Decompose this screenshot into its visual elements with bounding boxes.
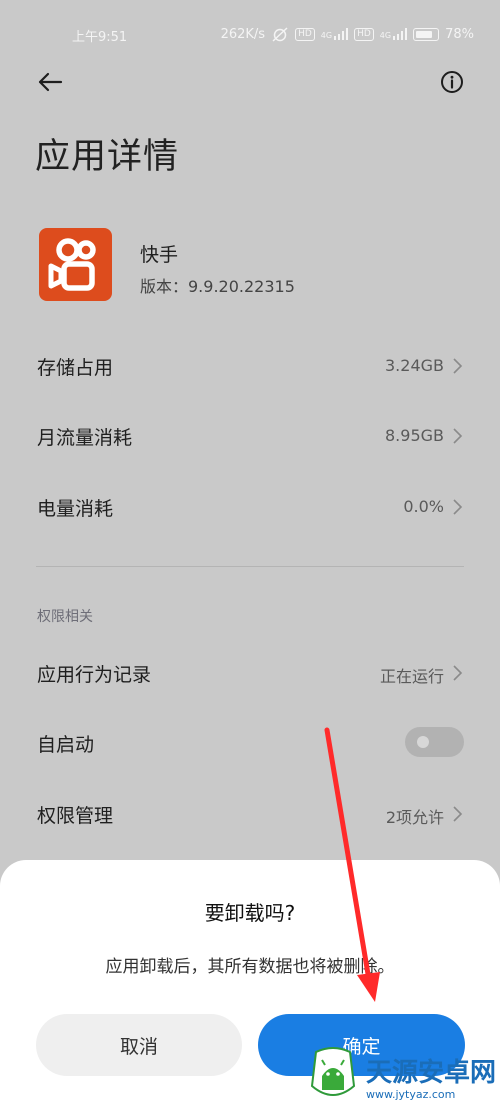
battery-fill	[416, 30, 433, 38]
android-logo-icon	[310, 1047, 356, 1096]
cancel-button[interactable]: 取消	[36, 1014, 242, 1076]
kuaishou-logo-icon	[48, 238, 96, 291]
status-bar: 上午9:51 262K/s HD 4G HD 4G 78%	[0, 20, 500, 50]
dialog-message: 应用卸载后，其所有数据也将被删除。	[105, 957, 395, 977]
data-usage-row[interactable]: 月流量消耗 8.95GB	[0, 405, 500, 465]
chevron-right-icon	[453, 358, 463, 374]
app-version: 版本：9.9.20.22315	[140, 277, 295, 296]
toggle-knob	[417, 736, 429, 748]
permissions-section-title: 权限相关	[37, 609, 93, 625]
autostart-toggle[interactable]	[405, 727, 464, 757]
battery-percent: 78%	[445, 26, 474, 42]
battery-usage-label: 电量消耗	[37, 498, 114, 520]
chevron-right-icon	[453, 665, 463, 681]
battery-icon	[413, 27, 440, 41]
info-circle-icon	[441, 71, 463, 93]
activity-record-label: 应用行为记录	[37, 664, 152, 686]
data-usage-value: 8.95GB	[385, 426, 444, 445]
autostart-label: 自启动	[37, 734, 95, 756]
chevron-right-icon	[453, 806, 463, 822]
network-speed: 262K/s	[220, 26, 266, 42]
watermark-brand: 天源安卓网	[366, 1058, 497, 1088]
sim1-signal-icon: 4G	[321, 28, 349, 40]
permission-manage-row[interactable]: 权限管理 2项允许	[0, 783, 500, 843]
chevron-right-icon	[453, 499, 463, 515]
data-usage-label: 月流量消耗	[37, 427, 133, 449]
permission-manage-label: 权限管理	[37, 805, 114, 827]
app-logo	[39, 228, 112, 301]
app-details-page: 上午9:51 262K/s HD 4G HD 4G 78% 应用详情 快手 版本…	[0, 0, 500, 1111]
storage-row[interactable]: 存储占用 3.24GB	[0, 335, 500, 395]
arrow-left-icon	[38, 72, 63, 92]
storage-label: 存储占用	[37, 357, 114, 379]
status-indicators: 262K/s HD 4G HD 4G 78%	[221, 26, 474, 42]
alarm-off-icon	[272, 27, 288, 42]
battery-usage-row[interactable]: 电量消耗 0.0%	[0, 476, 500, 536]
watermark-url: www.jytyaz.com	[366, 1088, 456, 1101]
page-title: 应用详情	[35, 137, 180, 177]
battery-usage-value: 0.0%	[403, 497, 444, 516]
dialog-title: 要卸载吗?	[204, 901, 296, 925]
sim2-signal-icon: 4G	[380, 28, 408, 40]
app-name: 快手	[140, 244, 179, 266]
permission-manage-value: 2项允许	[385, 808, 444, 827]
sim1-hd-badge: HD	[295, 27, 315, 41]
chevron-right-icon	[453, 428, 463, 444]
watermark: 天源安卓网 www.jytyaz.com	[300, 1046, 500, 1111]
status-time: 上午9:51	[72, 30, 128, 45]
back-button[interactable]	[34, 66, 66, 98]
section-divider	[36, 566, 464, 567]
activity-record-row[interactable]: 应用行为记录 正在运行	[0, 642, 500, 702]
storage-value: 3.24GB	[385, 356, 444, 375]
info-button[interactable]	[436, 66, 468, 98]
sim2-hd-badge: HD	[354, 27, 374, 41]
activity-record-value: 正在运行	[379, 667, 444, 686]
